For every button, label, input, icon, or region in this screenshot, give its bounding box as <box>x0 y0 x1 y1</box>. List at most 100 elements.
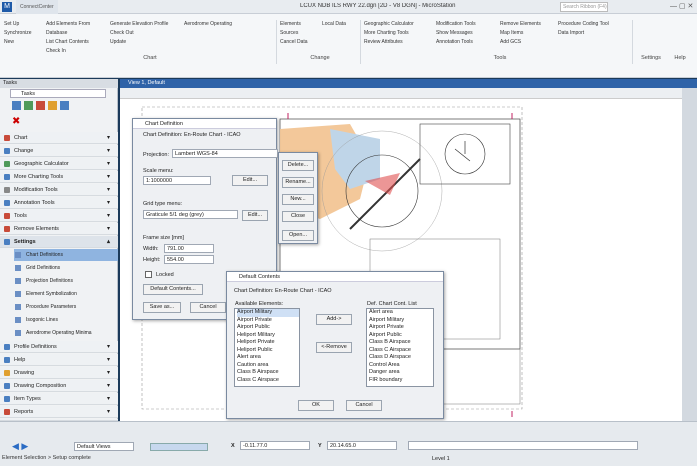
task-item[interactable]: More Charting Tools ▾ <box>0 171 118 183</box>
task-item[interactable]: Annotation Tools ▾ <box>0 197 118 209</box>
window-controls[interactable]: — ▢ ✕ <box>670 2 693 10</box>
view-select[interactable]: Default Views <box>74 442 134 451</box>
cancel-button[interactable]: Cancel <box>190 302 226 313</box>
settings-item[interactable]: Projection Definitions <box>14 275 118 287</box>
list-item: Class D Airspace <box>369 354 411 360</box>
rename-button[interactable]: Rename... <box>282 177 314 188</box>
ribbon-chart-col1[interactable]: Set Up Synchronize New <box>4 20 44 47</box>
ribbon-change-col1[interactable]: Elements Sources Cancel Data <box>280 20 320 47</box>
width-field[interactable]: 791.00 <box>164 244 214 253</box>
element-selection-tab[interactable] <box>682 88 697 421</box>
ribbon-tools-col3[interactable]: Remove Elements Map Items Add GCS <box>500 20 556 47</box>
ribbon-separator <box>276 20 277 64</box>
ok-button[interactable]: OK <box>298 400 334 411</box>
x-label: X <box>231 443 235 449</box>
grid-edit-button[interactable]: Edit... <box>242 210 268 221</box>
list-item: Class C Airspace <box>369 346 411 353</box>
task-item[interactable]: Item Types ▾ <box>0 393 118 405</box>
chevron-down-icon: ▾ <box>106 161 110 167</box>
tool-icon[interactable] <box>12 101 21 110</box>
dc-cancel-button[interactable]: Cancel <box>346 400 382 411</box>
command-input[interactable] <box>408 441 638 450</box>
setting-icon <box>15 278 21 284</box>
locked-label: Locked <box>156 272 174 278</box>
ribbon-search-input[interactable]: Search Ribbon (F4) <box>560 2 608 12</box>
delete-icon[interactable]: ✖ <box>12 116 20 127</box>
tool-icon[interactable] <box>48 101 57 110</box>
delete-button[interactable]: Delete... <box>282 160 314 171</box>
chart-contents-list[interactable]: Alert area Airport Military Airport Priv… <box>366 308 434 387</box>
settings-item[interactable]: Isogonic Lines <box>14 314 118 326</box>
ribbon-tools-col1[interactable]: Geographic Calculator More Charting Tool… <box>364 20 434 47</box>
x-coordinate-field[interactable]: -0.11.77.0 <box>240 441 310 450</box>
ribbon-tools-col2[interactable]: Modification Tools Show Messages Annotat… <box>436 20 498 47</box>
ribbon-chart-col4[interactable]: Aerodrome Operating <box>184 20 236 29</box>
y-coordinate-field[interactable]: 20.14.65.0 <box>327 441 397 450</box>
setting-icon <box>15 317 21 323</box>
settings-item[interactable]: Element Symbolization <box>14 288 118 300</box>
locked-checkbox[interactable] <box>145 271 152 278</box>
back-forward-icons[interactable]: ◀ ▶ <box>12 441 28 452</box>
new-button[interactable]: New... <box>282 194 314 205</box>
task-item[interactable]: Modification Tools ▾ <box>0 184 118 196</box>
scale-select[interactable]: 1:1000000 <box>143 176 211 185</box>
default-contents-button[interactable]: Default Contents... <box>143 284 203 295</box>
add-button[interactable]: Add-> <box>316 314 352 325</box>
scale-edit-button[interactable]: Edit... <box>232 175 268 186</box>
available-elements-list[interactable]: Airport Military Airport Private Airport… <box>234 308 300 387</box>
app-icon[interactable]: M <box>2 2 12 12</box>
task-item[interactable]: Drawing ▾ <box>0 367 118 379</box>
tool-icon[interactable] <box>24 101 33 110</box>
remove-button[interactable]: <-Remove <box>316 342 352 353</box>
tab-connect-center[interactable]: ConnectCenter <box>16 0 58 14</box>
y-label: Y <box>318 443 322 449</box>
open-button[interactable]: Open... <box>282 230 314 241</box>
projection-select[interactable]: Lambert WGS-84 <box>172 149 278 158</box>
ribbon-tools-col4[interactable]: Procedure Coding Tool Data Import <box>558 20 628 38</box>
chevron-down-icon: ▾ <box>106 226 110 232</box>
task-icon <box>4 344 10 350</box>
list-item: Class B Airspace <box>369 339 411 345</box>
task-icon <box>4 135 10 141</box>
list-item: Alert area <box>237 354 261 360</box>
ribbon-change-col2[interactable]: Local Data <box>322 20 358 29</box>
chevron-down-icon: ▾ <box>106 148 110 154</box>
chevron-down-icon: ▾ <box>106 396 110 402</box>
scale-menu-label: Scale menu: <box>143 168 174 174</box>
dialog-title: Default Contents <box>227 272 443 282</box>
task-item[interactable]: Chart ▾ <box>0 132 118 144</box>
grid-type-select[interactable]: Graticule 5/1 deg (grey) <box>143 210 238 219</box>
task-item[interactable]: Drawing Composition ▾ <box>0 380 118 392</box>
list-item: Heliport Military <box>237 331 275 338</box>
list-item: Airport Military <box>369 316 405 323</box>
task-item[interactable]: Tools ▾ <box>0 210 118 222</box>
view-toolbar[interactable] <box>120 88 697 99</box>
task-item[interactable]: Geographic Calculator ▾ <box>0 158 118 170</box>
settings-item-chart-definitions[interactable]: Chart Definitions <box>14 249 118 261</box>
height-field[interactable]: 554.00 <box>164 255 214 264</box>
settings-item[interactable]: Aerodrome Operating Minima <box>14 327 118 339</box>
view-buttons[interactable] <box>150 443 208 451</box>
tool-icon[interactable] <box>60 101 69 110</box>
tasks-dropdown[interactable]: Tasks <box>10 89 106 98</box>
task-icon <box>4 396 10 402</box>
chevron-down-icon: ▾ <box>106 383 110 389</box>
save-as-button[interactable]: Save as... <box>143 302 181 313</box>
task-item[interactable]: Remove Elements ▾ <box>0 223 118 235</box>
task-item[interactable]: Help ▾ <box>0 354 118 366</box>
task-item[interactable]: Profile Definitions ▾ <box>0 341 118 353</box>
task-item[interactable]: Change ▾ <box>0 145 118 157</box>
settings-item[interactable]: Procedure Parameters <box>14 301 118 313</box>
task-icon <box>4 161 10 167</box>
ribbon-chart-col2[interactable]: Add Elements From Database List Chart Co… <box>46 20 108 56</box>
tool-icon[interactable] <box>36 101 45 110</box>
settings-item[interactable]: Grid Definitions <box>14 262 118 274</box>
ribbon-group-label: Change <box>310 55 330 61</box>
task-item-settings[interactable]: Settings ▴ <box>0 236 118 248</box>
chevron-up-icon: ▴ <box>106 239 110 245</box>
list-item: Heliport Private <box>237 339 275 345</box>
ribbon-chart-col3[interactable]: Generate Elevation Profile Check Out Upd… <box>110 20 182 47</box>
close-button[interactable]: Close <box>282 211 314 222</box>
task-item[interactable]: Reports ▾ <box>0 406 118 418</box>
chevron-down-icon: ▾ <box>106 174 110 180</box>
